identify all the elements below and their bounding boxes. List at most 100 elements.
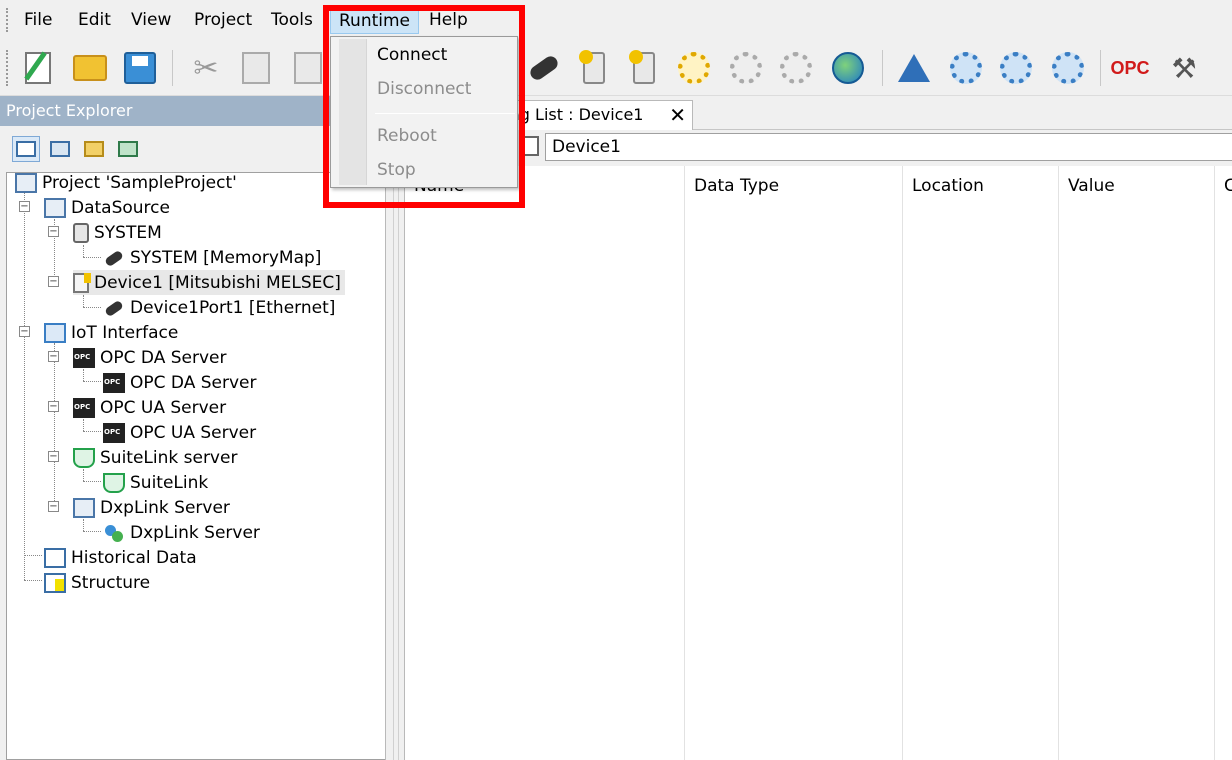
opc-label: OPC [1110, 57, 1150, 78]
tree-item-device1port1[interactable]: Device1Port1 [Ethernet] [103, 295, 335, 320]
tools-icon[interactable]: ⚒ [1164, 48, 1204, 88]
toolbar-separator [1100, 50, 1101, 86]
column-header-extra[interactable]: C [1215, 166, 1232, 206]
toolbar-grip [6, 50, 8, 86]
expander-system[interactable]: − [48, 226, 59, 237]
tree-item-label: OPC DA Server [100, 347, 227, 368]
tree-item-opc-ua[interactable]: OPC UA Server [103, 420, 256, 445]
new-project-icon[interactable] [18, 48, 58, 88]
panel-splitter[interactable] [385, 96, 405, 760]
tree-item-system-memorymap[interactable]: SYSTEM [MemoryMap] [103, 245, 321, 270]
column-extra: C [1215, 166, 1232, 760]
globe-icon[interactable] [828, 48, 868, 88]
folder-view-icon[interactable] [80, 136, 108, 162]
menu-bar: File Edit View Project Tools Runtime Hel… [0, 0, 1232, 40]
paste-icon[interactable] [288, 48, 328, 88]
tree-item-dxplink[interactable]: DxpLink Server [103, 520, 260, 545]
disconnected-plug-icon[interactable] [776, 48, 816, 88]
menu-item-stop[interactable]: Stop [377, 157, 416, 183]
save-icon[interactable] [120, 48, 160, 88]
device-icon[interactable] [574, 48, 614, 88]
disconnect-icon[interactable] [726, 48, 766, 88]
path-field[interactable]: Device1 [545, 133, 1232, 161]
tree-item-label: DxpLink Server [130, 522, 260, 543]
gear-blue-icon[interactable] [946, 48, 986, 88]
tree-item-label: OPC UA Server [100, 397, 227, 418]
monitor-view-icon[interactable] [46, 136, 74, 162]
expander-iot-interface[interactable]: − [19, 326, 30, 337]
menu-project[interactable]: Project [186, 6, 260, 34]
network-view-icon[interactable] [114, 136, 142, 162]
menu-view[interactable]: View [123, 6, 179, 34]
column-header-data-type[interactable]: Data Type [685, 166, 903, 206]
menu-file[interactable]: File [16, 6, 60, 34]
column-header-location[interactable]: Location [903, 166, 1059, 206]
tree-item-historical-data[interactable]: Historical Data [44, 545, 197, 570]
tree-item-label: SuiteLink server [100, 447, 238, 468]
tag-table[interactable]: Name Data Type Location Value C [405, 166, 1232, 760]
device-config-icon[interactable] [624, 48, 664, 88]
toolbar-separator [172, 50, 173, 86]
tree-item-device1[interactable]: Device1 [Mitsubishi MELSEC] [73, 270, 345, 295]
project-tree[interactable]: − − − − − − − − Project 'SampleProject' … [6, 172, 386, 760]
structure-icon [44, 572, 66, 593]
document-tab-bar: ag List : Device1 ✕ [405, 96, 1232, 130]
menu-runtime[interactable]: Runtime [330, 6, 420, 34]
opc-icon[interactable]: OPC [1110, 48, 1150, 88]
tree-item-dxplink-server[interactable]: DxpLink Server [73, 495, 230, 520]
project-icon [15, 172, 37, 193]
expander-device1[interactable]: − [48, 276, 59, 287]
path-bar: Device1 [405, 130, 1232, 164]
tree-item-label: Device1 [Mitsubishi MELSEC] [94, 272, 341, 293]
connect-plug-icon[interactable] [524, 48, 564, 88]
tree-item-opc-ua-server[interactable]: OPC UA Server [73, 395, 226, 420]
opc-server-icon [73, 347, 95, 368]
tree-item-opc-da[interactable]: OPC DA Server [103, 370, 256, 395]
menu-item-connect[interactable]: Connect [377, 42, 447, 68]
gear-icon[interactable] [674, 48, 714, 88]
dxplink-server-icon [73, 497, 95, 518]
expander-dxplink[interactable]: − [48, 501, 59, 512]
expander-opc-da[interactable]: − [48, 351, 59, 362]
toolbar: ✂ OPC ⚒ [0, 40, 1232, 96]
tree-item-label: SYSTEM [94, 222, 162, 243]
tree-item-label: IoT Interface [71, 322, 179, 343]
menu-help[interactable]: Help [421, 6, 476, 34]
project-view-icon[interactable] [12, 136, 40, 162]
tab-tag-list-device1[interactable]: ag List : Device1 ✕ [501, 100, 693, 130]
tree-item-structure[interactable]: Structure [44, 570, 150, 595]
copy-icon[interactable] [236, 48, 276, 88]
gear-settings-icon[interactable] [1048, 48, 1088, 88]
close-icon[interactable]: ✕ [669, 101, 686, 129]
menu-icon-gutter [339, 39, 367, 185]
iot-icon [44, 322, 66, 343]
expander-opc-ua[interactable]: − [48, 401, 59, 412]
tree-item-label: DataSource [71, 197, 170, 218]
tree-item-opc-da-server[interactable]: OPC DA Server [73, 345, 226, 370]
tree-item-label: Historical Data [71, 547, 197, 568]
tab-label: ag List : Device1 [510, 105, 644, 124]
tree-item-suitelink-server[interactable]: SuiteLink server [73, 445, 237, 470]
tree-item-datasource[interactable]: DataSource [44, 195, 170, 220]
menu-item-reboot[interactable]: Reboot [377, 123, 437, 149]
expander-suitelink[interactable]: − [48, 451, 59, 462]
plug-icon [103, 298, 125, 318]
column-data-type: Data Type [685, 166, 903, 760]
menu-item-disconnect[interactable]: Disconnect [377, 76, 471, 102]
tree-item-label: OPC UA Server [130, 422, 257, 443]
tree-item-suitelink[interactable]: SuiteLink [103, 470, 208, 495]
open-folder-icon[interactable] [70, 48, 110, 88]
column-header-value[interactable]: Value [1059, 166, 1215, 206]
opc-da-icon [103, 372, 125, 393]
device-path-icon [521, 136, 539, 156]
column-name: Name [405, 166, 685, 760]
tree-item-iot-interface[interactable]: IoT Interface [44, 320, 178, 345]
cut-icon[interactable]: ✂ [186, 48, 226, 88]
tree-item-project[interactable]: Project 'SampleProject' [15, 170, 237, 195]
menu-edit[interactable]: Edit [70, 6, 119, 34]
menu-tools[interactable]: Tools [263, 6, 321, 34]
wizard-icon[interactable] [894, 48, 934, 88]
gear-search-icon[interactable] [996, 48, 1036, 88]
expander-datasource[interactable]: − [19, 201, 30, 212]
tree-item-system[interactable]: SYSTEM [73, 220, 162, 245]
